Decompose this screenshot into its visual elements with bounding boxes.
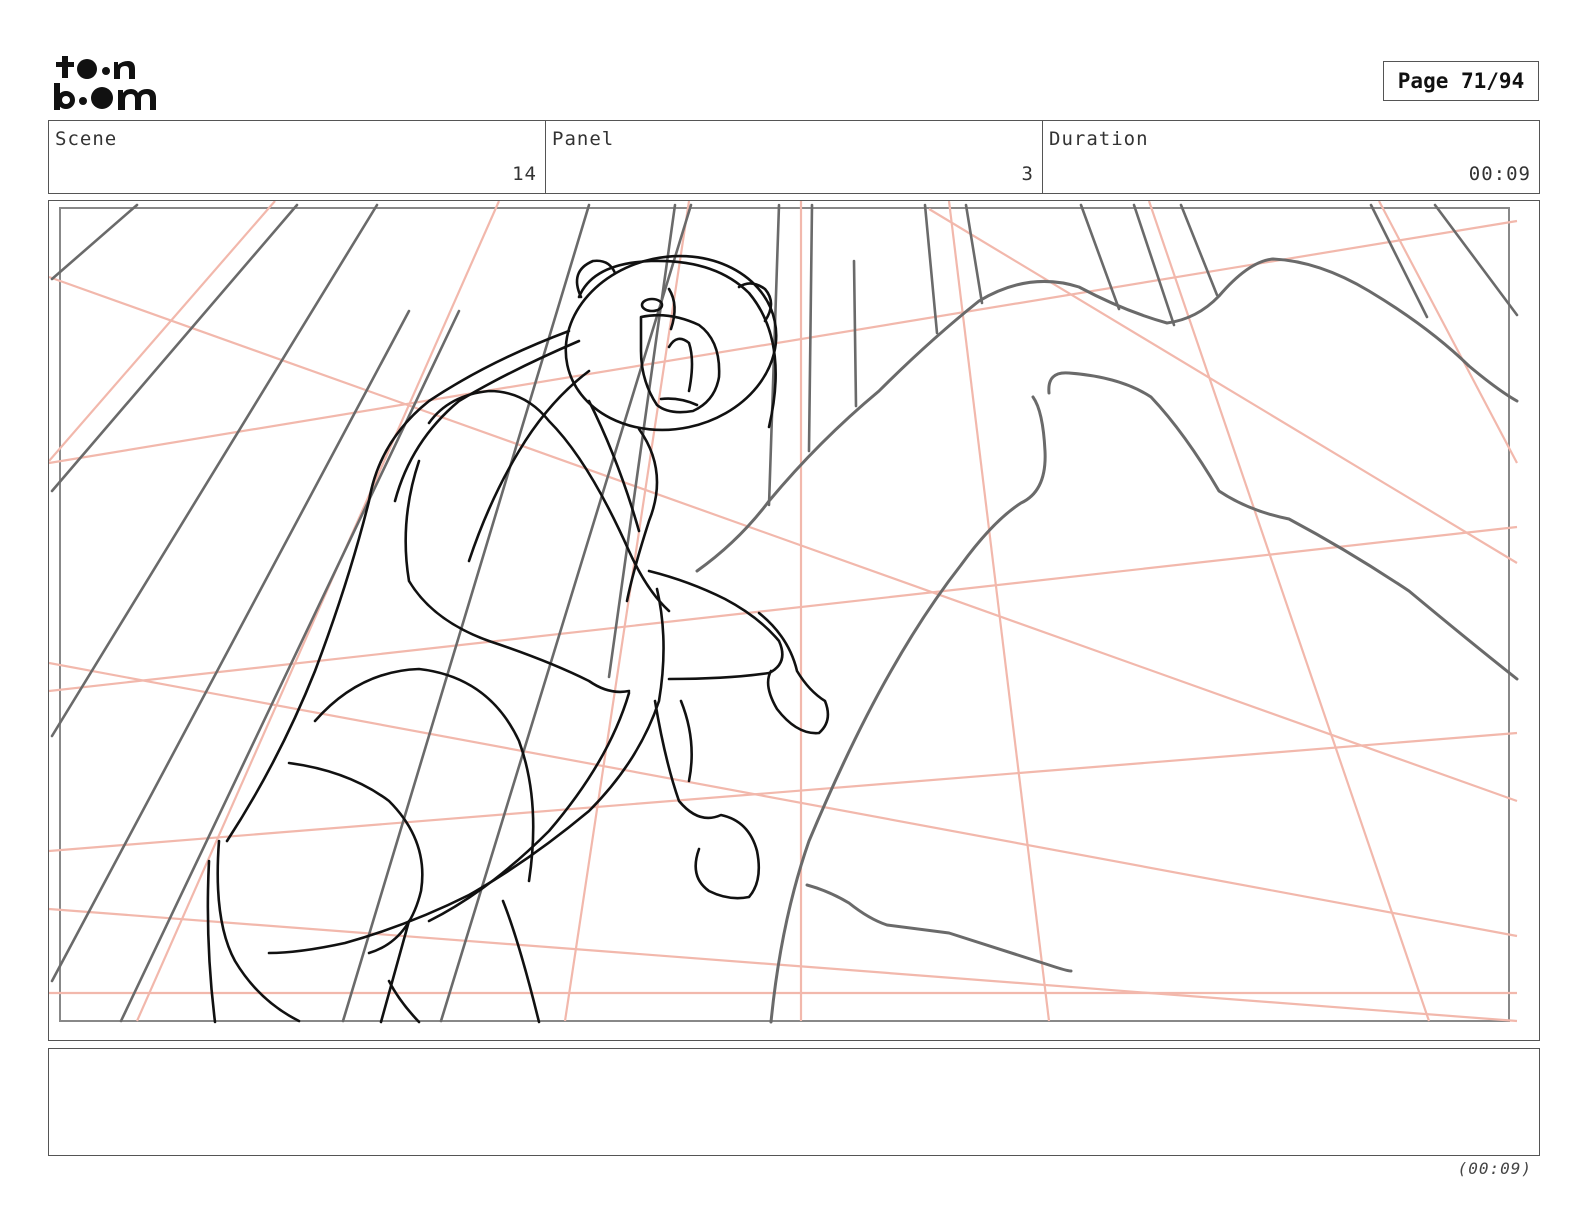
duration-label: Duration [1049, 128, 1149, 150]
toonboom-logo [54, 56, 156, 110]
page-indicator: Page 71/94 [1383, 61, 1539, 101]
scene-value: 14 [512, 163, 537, 185]
scene-label: Scene [55, 128, 118, 150]
duration-value: 00:09 [1468, 163, 1531, 185]
perspective-guides [49, 201, 1518, 1023]
scene-cell: Scene 14 [49, 121, 546, 193]
mountain-outlines [695, 257, 1519, 1024]
bear-sketch [206, 254, 830, 1024]
sketch-drawing [49, 201, 1519, 1024]
safe-frame [59, 207, 1510, 1022]
panel-value: 3 [1021, 163, 1034, 185]
storyboard-panel [48, 200, 1540, 1041]
footer-duration: (00:09) [1457, 1159, 1532, 1178]
panel-info-row: Scene 14 Panel 3 Duration 00:09 [48, 120, 1540, 194]
panel-cell: Panel 3 [546, 121, 1043, 193]
background-rough-lines [50, 203, 1519, 1023]
panel-label: Panel [552, 128, 615, 150]
panel-notes-box [48, 1048, 1540, 1156]
duration-cell: Duration 00:09 [1043, 121, 1539, 193]
